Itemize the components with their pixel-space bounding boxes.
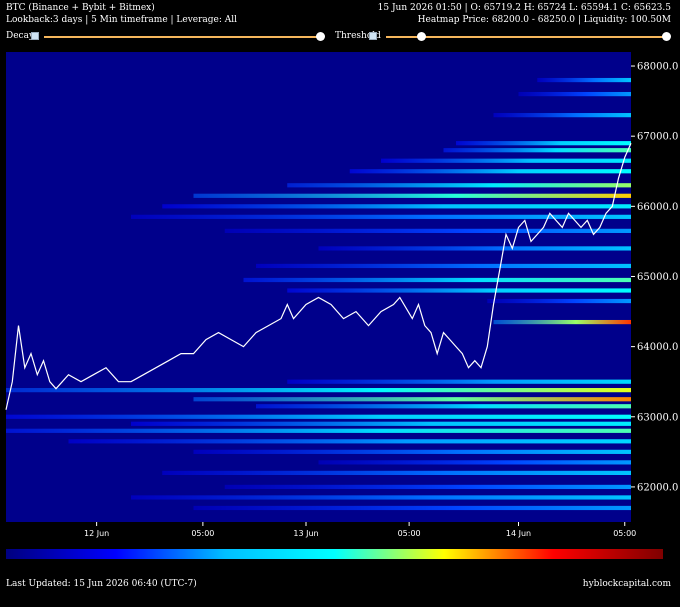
liquidity-band bbox=[224, 228, 631, 233]
y-tick-label: 62000.0 bbox=[637, 482, 678, 493]
liquidity-band bbox=[518, 91, 631, 97]
liquidity-band bbox=[256, 404, 631, 409]
y-tick-label: 67000.0 bbox=[637, 132, 678, 143]
decay-checkbox-icon[interactable] bbox=[31, 32, 39, 40]
liquidity-band bbox=[6, 428, 631, 433]
threshold-slider[interactable] bbox=[386, 36, 668, 38]
decay-label: Decay bbox=[6, 31, 35, 41]
y-tick-label: 64000.0 bbox=[637, 342, 678, 353]
liquidity-band bbox=[6, 388, 631, 393]
liquidity-band bbox=[287, 288, 631, 293]
liquidity-band bbox=[381, 158, 631, 163]
liquidity-band bbox=[243, 277, 631, 283]
x-tick-label: 05:00 bbox=[398, 529, 421, 538]
x-tick-label: 05:00 bbox=[191, 529, 214, 538]
liquidity-band bbox=[318, 460, 631, 465]
decay-slider[interactable] bbox=[44, 36, 322, 38]
decay-slider-knob[interactable] bbox=[316, 32, 325, 41]
liquidity-band bbox=[456, 141, 631, 146]
liquidity-band bbox=[493, 113, 631, 118]
liquidity-band bbox=[287, 379, 631, 384]
x-tick-label: 13 Jun bbox=[293, 529, 318, 538]
liquidity-band bbox=[193, 397, 631, 402]
liquidity-band bbox=[162, 204, 631, 209]
threshold-checkbox-icon[interactable] bbox=[369, 32, 377, 40]
y-tick-label: 65000.0 bbox=[637, 272, 678, 283]
liquidity-band bbox=[287, 183, 631, 188]
y-tick-label: 63000.0 bbox=[637, 412, 678, 423]
heatmap-info: Heatmap Price: 68200.0 - 68250.0 | Liqui… bbox=[417, 15, 671, 25]
liquidity-band bbox=[131, 214, 631, 219]
colorbar-gradient bbox=[6, 549, 663, 559]
y-tick-label: 68000.0 bbox=[637, 62, 678, 73]
y-tick-label: 66000.0 bbox=[637, 202, 678, 213]
liquidity-band bbox=[193, 449, 631, 454]
threshold-slider-knob-max[interactable] bbox=[662, 32, 671, 41]
liquidity-band bbox=[193, 505, 631, 511]
liquidity-band bbox=[68, 439, 631, 444]
x-tick-label: 12 Jun bbox=[84, 529, 109, 538]
ohlc-readout: 15 Jun 2026 01:50 | O: 65719.2 H: 65724 … bbox=[377, 3, 671, 13]
x-tick-label: 05:00 bbox=[613, 529, 636, 538]
heatmap-chart: 68000.0 67000.0 66000.0 65000.0 64000.0 63000… bbox=[5, 52, 678, 538]
liquidity-band bbox=[131, 495, 631, 500]
liquidity-band bbox=[224, 484, 631, 490]
chart-subtitle: Lookback:3 days | 5 Min timeframe | Leve… bbox=[6, 15, 238, 25]
liquidity-band bbox=[487, 298, 631, 304]
last-updated: Last Updated: 15 Jun 2026 06:40 (UTC-7) bbox=[6, 579, 197, 589]
x-tick-label: 14 Jun bbox=[506, 529, 531, 538]
threshold-slider-knob[interactable] bbox=[417, 32, 426, 41]
liquidity-band bbox=[493, 319, 631, 325]
liquidity-band bbox=[349, 169, 631, 174]
liquidity-band bbox=[193, 193, 631, 198]
colorbar bbox=[6, 549, 663, 559]
liquidity-band bbox=[131, 421, 631, 426]
liquidity-band bbox=[318, 246, 631, 251]
liquidity-band bbox=[6, 414, 631, 419]
liquidity-band bbox=[537, 77, 631, 83]
chart-title: BTC (Binance + Bybit + Bitmex) bbox=[6, 3, 155, 13]
liquidity-band bbox=[443, 148, 631, 153]
liquidity-band bbox=[256, 263, 631, 269]
brand-label: hyblockcapital.com bbox=[582, 579, 671, 589]
liquidity-band bbox=[162, 470, 631, 475]
